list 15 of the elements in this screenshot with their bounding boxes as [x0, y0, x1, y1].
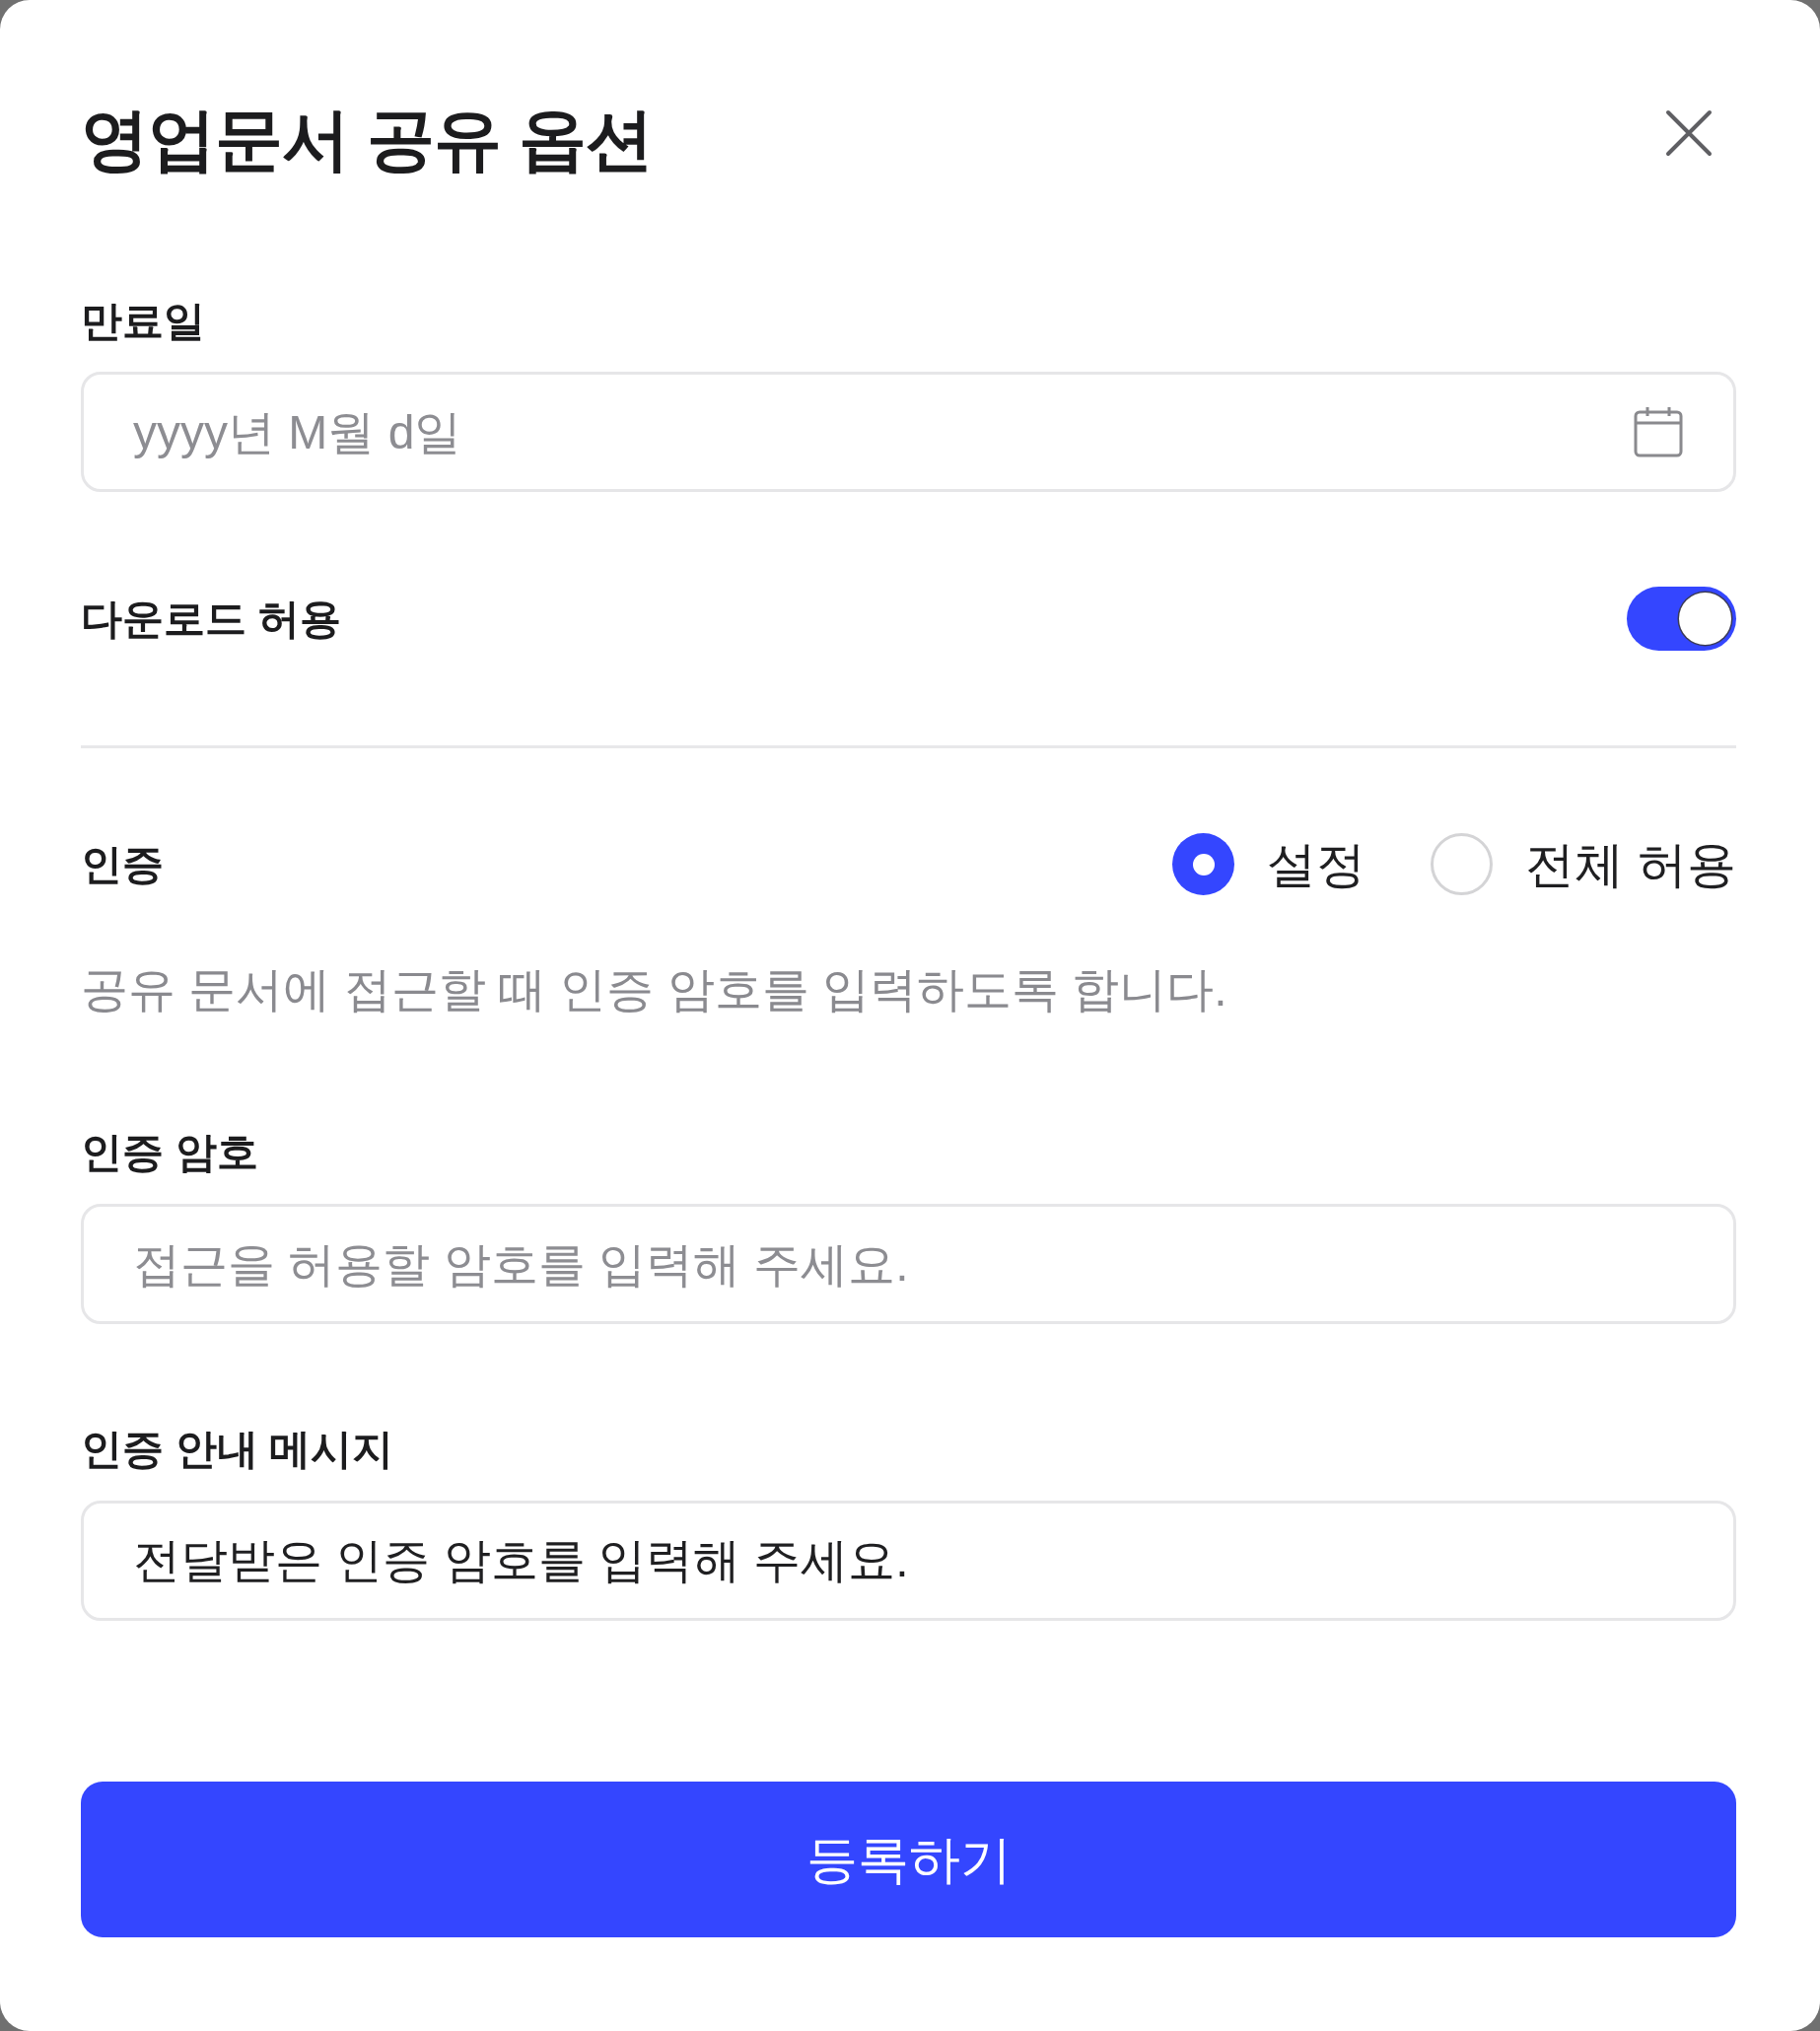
radio-label[interactable]: 설정 — [1267, 834, 1366, 894]
field-label: 인증 암호 — [81, 1128, 258, 1177]
submit-button[interactable]: 등록하기 — [81, 1782, 1736, 1937]
calendar-icon[interactable] — [1634, 406, 1683, 457]
radio-label[interactable]: 전체 허용 — [1525, 834, 1736, 894]
dialog-title: 영업문서 공유 옵션 — [81, 101, 654, 179]
field-label: 인증 — [81, 839, 164, 889]
password-field[interactable]: 접근을 허용할 암호를 입력해 주세요. — [81, 1204, 1736, 1324]
close-icon — [1665, 109, 1713, 157]
field-label: 만료일 — [81, 297, 205, 346]
date-field[interactable]: yyyy년 M월 d일 — [81, 372, 1736, 492]
message-field[interactable]: 전달받은 인증 암호를 입력해 주세요. — [81, 1501, 1736, 1621]
description-text: 공유 문서에 접근할 때 인증 암호를 입력하도록 합니다. — [81, 962, 1227, 1017]
toggle-label: 다운로드 허용 — [81, 594, 341, 644]
field-label: 인증 안내 메시지 — [81, 1425, 394, 1474]
